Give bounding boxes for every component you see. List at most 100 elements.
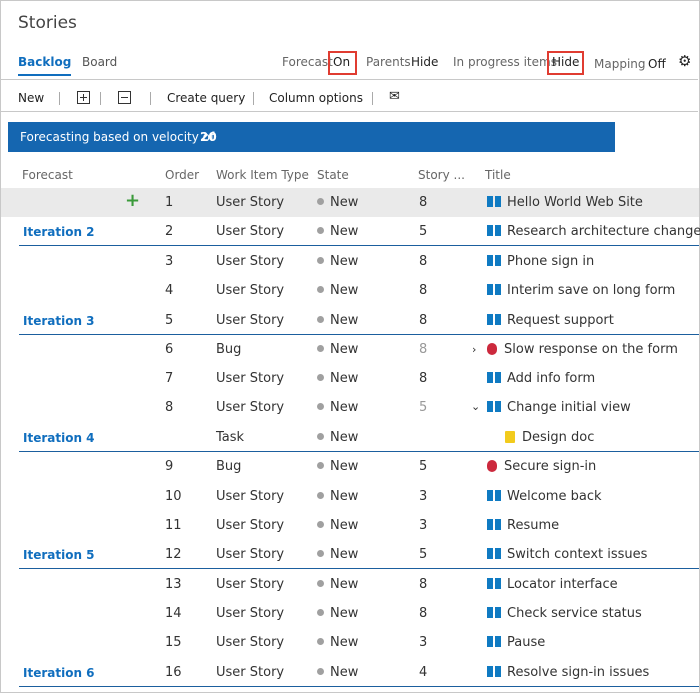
state-cell: New	[317, 518, 358, 533]
type-cell: User Story	[216, 283, 285, 298]
collapse-icon[interactable]	[118, 91, 131, 104]
toolbar-divider	[150, 92, 151, 105]
user-story-icon	[487, 548, 501, 559]
title-cell[interactable]: Request support	[487, 313, 614, 328]
mapping-toggle[interactable]: Off	[648, 57, 666, 71]
create-query-button[interactable]: Create query	[167, 91, 245, 105]
user-story-icon	[487, 225, 501, 236]
title-cell[interactable]: Slow response on the form	[487, 342, 678, 357]
title-cell[interactable]: Add info form	[487, 371, 595, 386]
tab-board[interactable]: Board	[82, 55, 117, 69]
title-cell[interactable]: Interim save on long form	[487, 283, 675, 298]
table-row[interactable]: 9 Bug New 5 Secure sign-in	[1, 452, 699, 481]
type-cell: User Story	[216, 400, 285, 415]
order-cell: 8	[165, 400, 174, 415]
table-row[interactable]: Iteration 3 5 User Story New 8 Request s…	[1, 306, 699, 335]
state-cell: New	[317, 459, 358, 474]
iteration-label[interactable]: Iteration 2	[23, 225, 95, 239]
user-story-icon	[487, 372, 501, 383]
table-row[interactable]: Iteration 5 12 User Story New 5 Switch c…	[1, 540, 699, 569]
table-row[interactable]: + 1 User Story New 8 Hello World Web Sit…	[1, 188, 699, 217]
new-button[interactable]: New	[18, 91, 44, 105]
title-cell[interactable]: Change initial view	[487, 400, 631, 415]
title-cell[interactable]: Switch context issues	[487, 547, 647, 562]
table-row[interactable]: Iteration 6 16 User Story New 4 Resolve …	[1, 658, 699, 687]
parents-toggle[interactable]: Hide	[411, 55, 438, 69]
table-row[interactable]: 7 User Story New 8 Add info form	[1, 364, 699, 393]
title-cell[interactable]: Hello World Web Site	[487, 195, 643, 210]
order-cell: 1	[165, 195, 174, 210]
user-story-icon	[487, 490, 501, 501]
email-icon[interactable]: ✉	[389, 89, 400, 104]
points-cell: 8	[419, 283, 428, 298]
table-row[interactable]: 11 User Story New 3 Resume	[1, 511, 699, 540]
points-cell: 5	[419, 459, 428, 474]
title-cell[interactable]: Resolve sign-in issues	[487, 665, 649, 680]
table-row[interactable]: 8 User Story New 5 ⌄ Change initial view	[1, 393, 699, 422]
state-cell: New	[317, 224, 358, 239]
toolbar-divider	[100, 92, 101, 105]
col-story-points[interactable]: Story ...	[418, 168, 465, 182]
type-cell: Bug	[216, 342, 242, 357]
iteration-label[interactable]: Iteration 5	[23, 548, 95, 562]
in-progress-toggle[interactable]: Hide	[552, 55, 579, 69]
table-row[interactable]: 3 User Story New 8 Phone sign in	[1, 247, 699, 276]
state-dot-icon	[317, 257, 324, 264]
velocity-value: 20	[200, 130, 217, 144]
table-row[interactable]: 4 User Story New 8 Interim save on long …	[1, 276, 699, 305]
table-row[interactable]: 13 User Story New 8 Locator interface	[1, 570, 699, 599]
banner-text: Forecasting based on velocity of	[20, 130, 215, 144]
points-cell: 8	[419, 313, 428, 328]
title-cell[interactable]: Secure sign-in	[487, 459, 596, 474]
title-cell[interactable]: Phone sign in	[487, 254, 594, 269]
table-row[interactable]: Iteration 2 2 User Story New 5 Research …	[1, 217, 700, 246]
title-cell[interactable]: Welcome back	[487, 489, 602, 504]
type-cell: User Story	[216, 547, 285, 562]
column-options-button[interactable]: Column options	[269, 91, 363, 105]
title-cell[interactable]: Resume	[487, 518, 559, 533]
parents-label: Parents	[366, 55, 411, 69]
title-cell[interactable]: Check service status	[487, 606, 642, 621]
state-dot-icon	[317, 638, 324, 645]
user-story-icon	[487, 519, 501, 530]
iteration-label[interactable]: Iteration 6	[23, 666, 95, 680]
state-cell: New	[317, 400, 358, 415]
table-row[interactable]: 10 User Story New 3 Welcome back	[1, 482, 699, 511]
user-story-icon	[487, 607, 501, 618]
chevron-down-icon[interactable]: ⌄	[471, 400, 480, 413]
forecast-toggle[interactable]: On	[333, 55, 350, 69]
type-cell: User Story	[216, 606, 285, 621]
user-story-icon	[487, 578, 501, 589]
order-cell: 2	[165, 224, 174, 239]
title-cell[interactable]: Locator interface	[487, 577, 618, 592]
mapping-label: Mapping	[594, 57, 646, 71]
chevron-right-icon[interactable]: ›	[472, 343, 476, 356]
col-order[interactable]: Order	[165, 168, 199, 182]
state-dot-icon	[317, 668, 324, 675]
add-item-icon[interactable]: +	[125, 190, 140, 211]
user-story-icon	[487, 401, 501, 412]
points-cell: 4	[419, 665, 428, 680]
state-cell: New	[317, 195, 358, 210]
table-row[interactable]: 14 User Story New 8 Check service status	[1, 599, 699, 628]
col-state[interactable]: State	[317, 168, 349, 182]
title-cell[interactable]: Design doc	[505, 430, 594, 445]
table-row[interactable]: 15 User Story New 3 Pause	[1, 628, 699, 657]
table-row[interactable]: 6 Bug New 8 › Slow response on the form	[1, 335, 699, 364]
order-cell: 6	[165, 342, 174, 357]
table-row[interactable]: Iteration 4 Task New Design doc	[1, 423, 699, 452]
bug-icon	[487, 460, 497, 472]
state-cell: New	[317, 342, 358, 357]
iteration-label[interactable]: Iteration 4	[23, 431, 95, 445]
iteration-divider	[19, 568, 699, 569]
col-forecast[interactable]: Forecast	[22, 168, 73, 182]
title-cell[interactable]: Research architecture changes	[487, 224, 700, 239]
col-work-item-type[interactable]: Work Item Type	[216, 168, 309, 182]
expand-icon[interactable]	[77, 91, 90, 104]
title-cell[interactable]: Pause	[487, 635, 545, 650]
col-title[interactable]: Title	[485, 168, 511, 182]
gear-icon[interactable]: ⚙	[678, 52, 691, 70]
iteration-label[interactable]: Iteration 3	[23, 314, 95, 328]
order-cell: 4	[165, 283, 174, 298]
tab-backlog[interactable]: Backlog	[18, 55, 72, 76]
